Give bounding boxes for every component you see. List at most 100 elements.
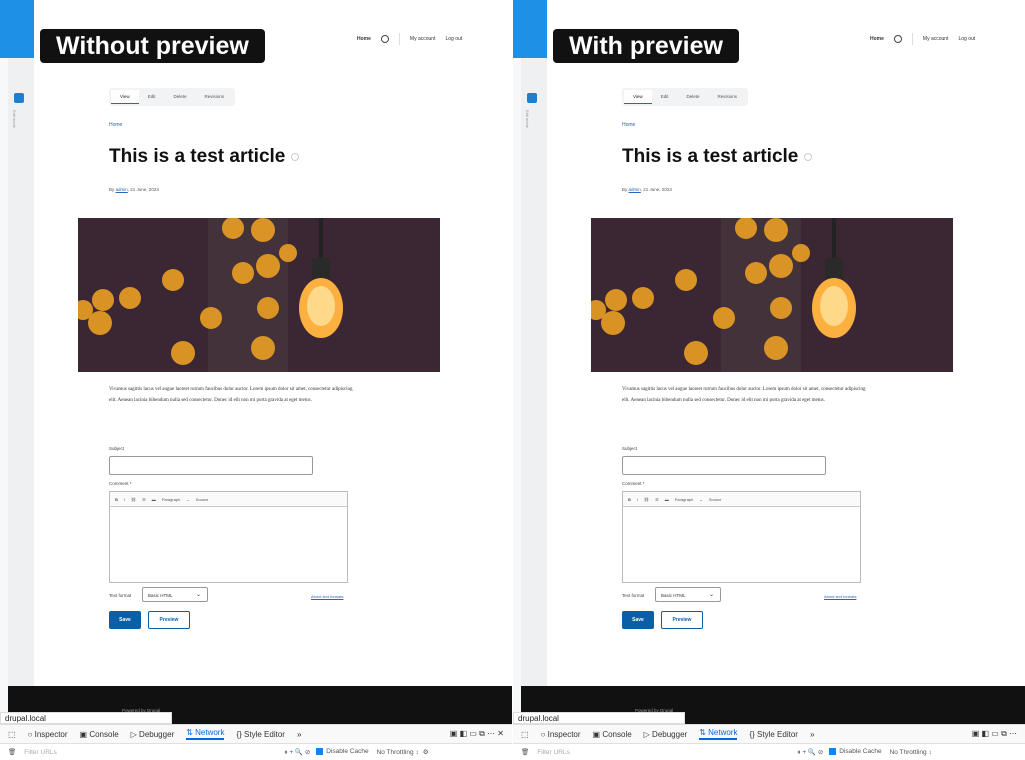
chevron-down-icon: ⌄: [195, 592, 201, 598]
filter-urls-input[interactable]: Filter URLs: [537, 749, 797, 756]
tab-network[interactable]: ⇅ Network: [186, 728, 225, 740]
italic-icon[interactable]: I: [124, 497, 125, 502]
link-icon[interactable]: ⛓: [644, 497, 649, 502]
filter-urls-input[interactable]: Filter URLs: [24, 749, 284, 756]
bold-icon[interactable]: B: [628, 497, 631, 502]
contextual-icon[interactable]: [804, 152, 813, 161]
nav-my-account[interactable]: My account: [410, 36, 436, 42]
text-format-help-link[interactable]: About text formats: [824, 594, 856, 599]
tab-style-editor[interactable]: {} Style Editor: [236, 730, 284, 739]
author-link[interactable]: admin: [629, 187, 641, 192]
tab-inspector[interactable]: ○ Inspector: [28, 730, 68, 739]
nav-home[interactable]: Home: [357, 36, 371, 42]
text-format-select[interactable]: Basic HTML ⌄: [142, 587, 208, 602]
tab-debugger[interactable]: ▷ Debugger: [644, 730, 688, 739]
pick-element-icon[interactable]: ⬚: [8, 730, 16, 739]
nav-home[interactable]: Home: [870, 36, 884, 42]
trash-icon[interactable]: 🗑: [8, 748, 16, 756]
tab-delete[interactable]: Delete: [677, 90, 708, 104]
search-icon[interactable]: [893, 35, 902, 43]
tab-debugger[interactable]: ▷ Debugger: [131, 730, 175, 739]
disable-cache-label: Disable Cache: [839, 748, 882, 756]
nav-log-out[interactable]: Log out: [958, 36, 975, 42]
tab-console[interactable]: ▣ Console: [593, 730, 632, 739]
image-icon[interactable]: ▬: [152, 497, 156, 502]
settings-icon[interactable]: ⚙: [423, 748, 429, 756]
tab-network[interactable]: ⇅ Network: [699, 728, 738, 740]
save-button[interactable]: Save: [622, 611, 654, 629]
link-icon[interactable]: ⛓: [131, 497, 136, 502]
save-button[interactable]: Save: [109, 611, 141, 629]
author-link[interactable]: admin: [116, 187, 128, 192]
devtools-controls[interactable]: ▣ ◧ ▭ ⧉ ⋯: [972, 729, 1017, 739]
tab-style-editor[interactable]: {} Style Editor: [749, 730, 797, 739]
panel-with-preview: Edit mode With preview Home My account L…: [513, 0, 1025, 760]
list-icon[interactable]: ☰: [142, 497, 146, 502]
chevron-down-icon[interactable]: ⌄: [699, 497, 702, 502]
bold-icon[interactable]: B: [115, 497, 118, 502]
tab-edit[interactable]: Edit: [139, 90, 165, 104]
checkbox-icon: [316, 748, 324, 756]
comment-editor[interactable]: B I ⛓ ☰ ▬ Paragraph ⌄ Source: [622, 491, 861, 583]
search-icon[interactable]: [380, 35, 389, 43]
more-tabs-icon[interactable]: »: [810, 730, 814, 739]
tab-inspector[interactable]: ○ Inspector: [541, 730, 581, 739]
nav-my-account[interactable]: My account: [923, 36, 949, 42]
byline: By admin, 21 June, 2023: [109, 187, 159, 192]
devtools-controls[interactable]: ▣ ◧ ▭ ⧉ ⋯ ✕: [450, 729, 504, 739]
byline: By admin, 21 June, 2023: [622, 187, 672, 192]
drupal-icon[interactable]: [527, 93, 537, 103]
text-format-label: Text format: [109, 593, 132, 598]
checkbox-icon: [829, 748, 837, 756]
page-title: This is a test article: [109, 146, 300, 168]
disable-cache-checkbox[interactable]: Disable Cache: [829, 748, 882, 756]
tab-debugger-label: Debugger: [652, 729, 688, 739]
heading-select[interactable]: Paragraph: [162, 497, 181, 502]
breadcrumb[interactable]: Home: [622, 122, 635, 128]
preview-button[interactable]: Preview: [148, 611, 190, 629]
subject-input[interactable]: [109, 456, 313, 475]
network-tools[interactable]: ⏸ + 🔍 ⊘: [797, 748, 823, 757]
tab-view[interactable]: View: [111, 90, 139, 104]
text-format-help-link[interactable]: About text formats: [311, 594, 343, 599]
more-tabs-icon[interactable]: »: [297, 730, 301, 739]
pick-element-icon[interactable]: ⬚: [521, 730, 529, 739]
network-toolbar: 🗑 Filter URLs ⏸ + 🔍 ⊘ Disable Cache No T…: [0, 743, 512, 760]
comment-editor[interactable]: B I ⛓ ☰ ▬ Paragraph ⌄ Source: [109, 491, 348, 583]
disable-cache-checkbox[interactable]: Disable Cache: [316, 748, 369, 756]
tab-edit[interactable]: Edit: [652, 90, 678, 104]
subject-input[interactable]: [622, 456, 826, 475]
source-button[interactable]: Source: [709, 497, 722, 502]
local-tasks: View Edit Delete Revisions: [109, 88, 235, 106]
image-icon[interactable]: ▬: [665, 497, 669, 502]
nav-log-out[interactable]: Log out: [445, 36, 462, 42]
italic-icon[interactable]: I: [637, 497, 638, 502]
throttling-select[interactable]: No Throttling ↕: [377, 749, 419, 756]
tab-delete[interactable]: Delete: [164, 90, 195, 104]
byline-date: , 21 June, 2023: [640, 187, 672, 192]
contextual-icon[interactable]: [291, 152, 300, 161]
tab-revisions[interactable]: Revisions: [195, 90, 233, 104]
toolbar-label: Edit mode: [525, 110, 530, 129]
preview-button[interactable]: Preview: [661, 611, 703, 629]
drupal-icon[interactable]: [14, 93, 24, 103]
tab-network-label: Network: [195, 728, 225, 737]
devtools-tabbar: ⬚ ○ Inspector ▣ Console ▷ Debugger ⇅ Net…: [513, 724, 1025, 743]
source-button[interactable]: Source: [196, 497, 209, 502]
heading-select[interactable]: Paragraph: [675, 497, 694, 502]
article-body: Vivamus sagittis lacus vel augue laoreet…: [622, 387, 866, 403]
text-format-select[interactable]: Basic HTML ⌄: [655, 587, 721, 602]
tab-style-editor-label: Style Editor: [244, 729, 285, 739]
tab-console[interactable]: ▣ Console: [80, 730, 119, 739]
breadcrumb[interactable]: Home: [109, 122, 122, 128]
throttling-select[interactable]: No Throttling ↕: [890, 749, 932, 756]
tab-revisions[interactable]: Revisions: [708, 90, 746, 104]
tab-view[interactable]: View: [624, 90, 652, 104]
tab-debugger-label: Debugger: [139, 729, 175, 739]
trash-icon[interactable]: 🗑: [521, 748, 529, 756]
network-tools[interactable]: ⏸ + 🔍 ⊘: [284, 748, 310, 757]
caption-label: With preview: [553, 29, 739, 63]
chevron-down-icon[interactable]: ⌄: [186, 497, 189, 502]
list-icon[interactable]: ☰: [655, 497, 659, 502]
local-tasks: View Edit Delete Revisions: [622, 88, 748, 106]
